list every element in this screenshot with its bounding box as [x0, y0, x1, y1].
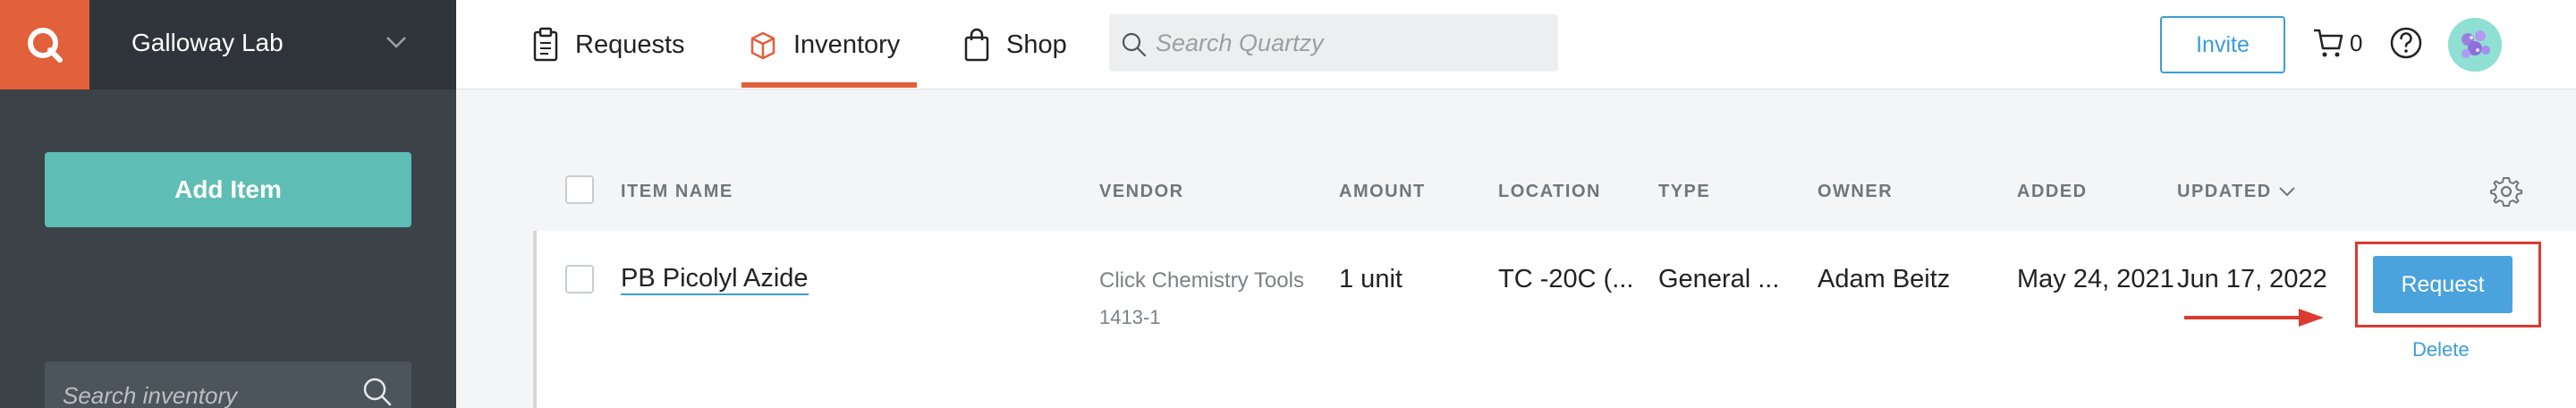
sidebar: Galloway Lab Add Item — [0, 0, 456, 408]
inventory-search-input[interactable] — [63, 378, 349, 408]
global-search — [1109, 14, 1558, 72]
tab-inventory-label: Inventory — [793, 30, 901, 59]
updated-cell: Jun 17, 2022 — [2177, 265, 2327, 293]
col-added[interactable]: ADDED — [2017, 181, 2088, 202]
lab-name: Galloway Lab — [131, 29, 284, 56]
gear-icon[interactable] — [2490, 175, 2522, 208]
owner-cell: Adam Beitz — [1818, 265, 1951, 293]
tab-shop[interactable]: Shop — [963, 0, 1067, 89]
shopping-bag-icon — [964, 28, 989, 62]
col-item-name[interactable]: ITEM NAME — [621, 181, 733, 202]
help-icon[interactable] — [2388, 25, 2424, 61]
col-amount[interactable]: AMOUNT — [1339, 181, 1426, 202]
type-cell: General ... — [1658, 265, 1780, 293]
avatar[interactable] — [2448, 18, 2502, 72]
vendor-catalog-number: 1413-1 — [1099, 306, 1161, 328]
box-icon — [750, 31, 775, 60]
lab-switcher[interactable]: Galloway Lab — [0, 0, 456, 89]
cart-count: 0 — [2350, 29, 2363, 56]
col-type[interactable]: TYPE — [1658, 181, 1710, 202]
item-name-link[interactable]: PB Picolyl Azide — [621, 263, 809, 295]
chevron-down-icon[interactable] — [385, 34, 408, 50]
add-item-button[interactable]: Add Item — [45, 152, 411, 227]
search-icon — [1122, 32, 1147, 57]
cart-button[interactable]: 0 — [2312, 25, 2362, 61]
quartzy-logo-icon — [28, 28, 63, 63]
location-cell: TC -20C (... — [1498, 265, 1634, 293]
col-location[interactable]: LOCATION — [1498, 181, 1601, 202]
avatar-image — [2448, 18, 2502, 72]
col-updated-label: UPDATED — [2177, 182, 2272, 201]
vendor-name: Click Chemistry Tools — [1099, 268, 1304, 293]
added-cell: May 24, 2021 — [2017, 265, 2174, 293]
tab-shop-label: Shop — [1006, 30, 1067, 59]
col-updated[interactable]: UPDATED — [2177, 181, 2297, 202]
amount-cell: 1 unit — [1339, 265, 1402, 293]
row-checkbox[interactable] — [565, 265, 594, 293]
invite-button[interactable]: Invite — [2160, 16, 2285, 73]
quartzy-logo[interactable] — [0, 0, 89, 89]
col-vendor[interactable]: VENDOR — [1099, 181, 1184, 202]
clipboard-icon — [533, 27, 558, 62]
sort-chevron-down-icon — [2278, 187, 2295, 197]
arrow-annotation-icon — [2184, 309, 2324, 327]
global-search-input[interactable] — [1156, 23, 1540, 63]
search-icon[interactable] — [360, 374, 395, 408]
inventory-search — [45, 361, 411, 408]
delete-link[interactable]: Delete — [2412, 338, 2470, 361]
select-all-checkbox[interactable] — [565, 175, 594, 204]
request-button[interactable]: Request — [2373, 256, 2512, 313]
cart-icon — [2314, 29, 2343, 57]
tab-requests[interactable]: Requests — [532, 0, 685, 89]
tab-requests-label: Requests — [575, 30, 685, 59]
top-header: Requests Inventory Shop Invite 0 — [456, 0, 2576, 89]
tab-inventory[interactable]: Inventory — [749, 0, 900, 89]
active-tab-indicator — [741, 82, 917, 88]
col-owner[interactable]: OWNER — [1818, 181, 1893, 202]
